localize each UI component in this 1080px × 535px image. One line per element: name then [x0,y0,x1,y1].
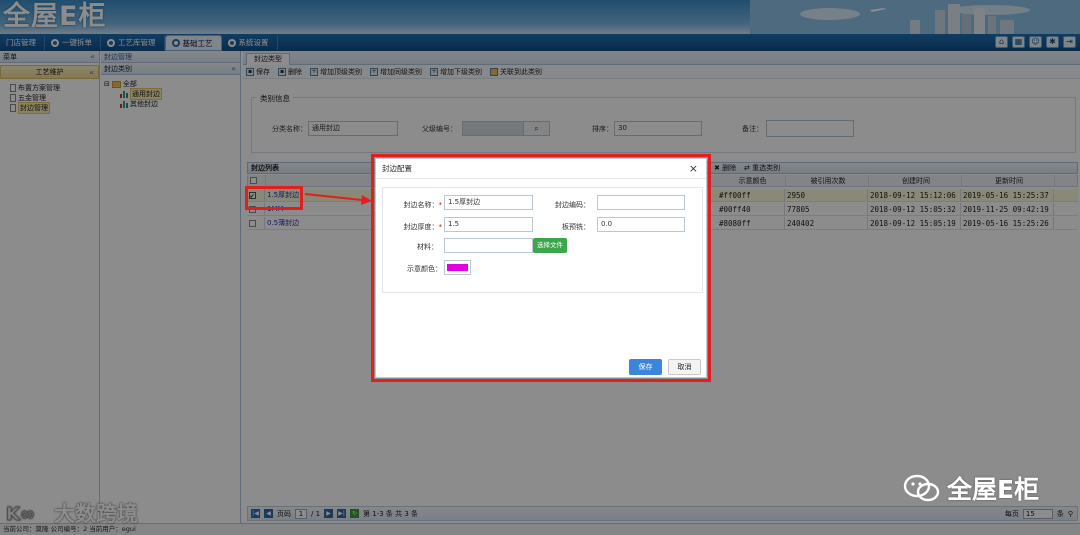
edge-config-dialog: 封边配置 × 封边名称：* 1.5厚封边 封边编码： 封边厚度：* 1.5 板预… [375,158,707,378]
sample-color-label: 示意颜色： [407,265,442,273]
pre-mill-label: 板预铣： [562,223,590,231]
color-swatch [447,264,468,271]
material-input[interactable] [444,238,533,253]
close-icon[interactable]: × [689,159,698,179]
color-picker[interactable] [444,260,471,275]
watermark-right: 全屋E柜 [903,470,1039,506]
wechat-icon [903,474,940,502]
edge-thickness-label: 封边厚度：* [403,223,443,231]
dialog-cancel-button[interactable]: 取消 [668,359,701,375]
annotation-arrow [304,193,372,205]
edge-name-input[interactable]: 1.5厚封边 [444,195,533,210]
edge-name-label: 封边名称：* [403,201,443,209]
dialog-title: 封边配置 [382,164,412,173]
edge-thickness-input[interactable]: 1.5 [444,217,533,232]
row-highlight-annotation [245,186,303,210]
material-label: 材料： [417,243,438,251]
pre-mill-input[interactable]: 0.0 [597,217,685,232]
edge-code-input[interactable] [597,195,685,210]
dialog-title-bar: 封边配置 × [376,159,706,179]
dialog-save-button[interactable]: 保存 [629,359,662,375]
choose-file-button[interactable]: 选择文件 [533,238,567,253]
edge-code-label: 封边编码： [555,201,590,209]
